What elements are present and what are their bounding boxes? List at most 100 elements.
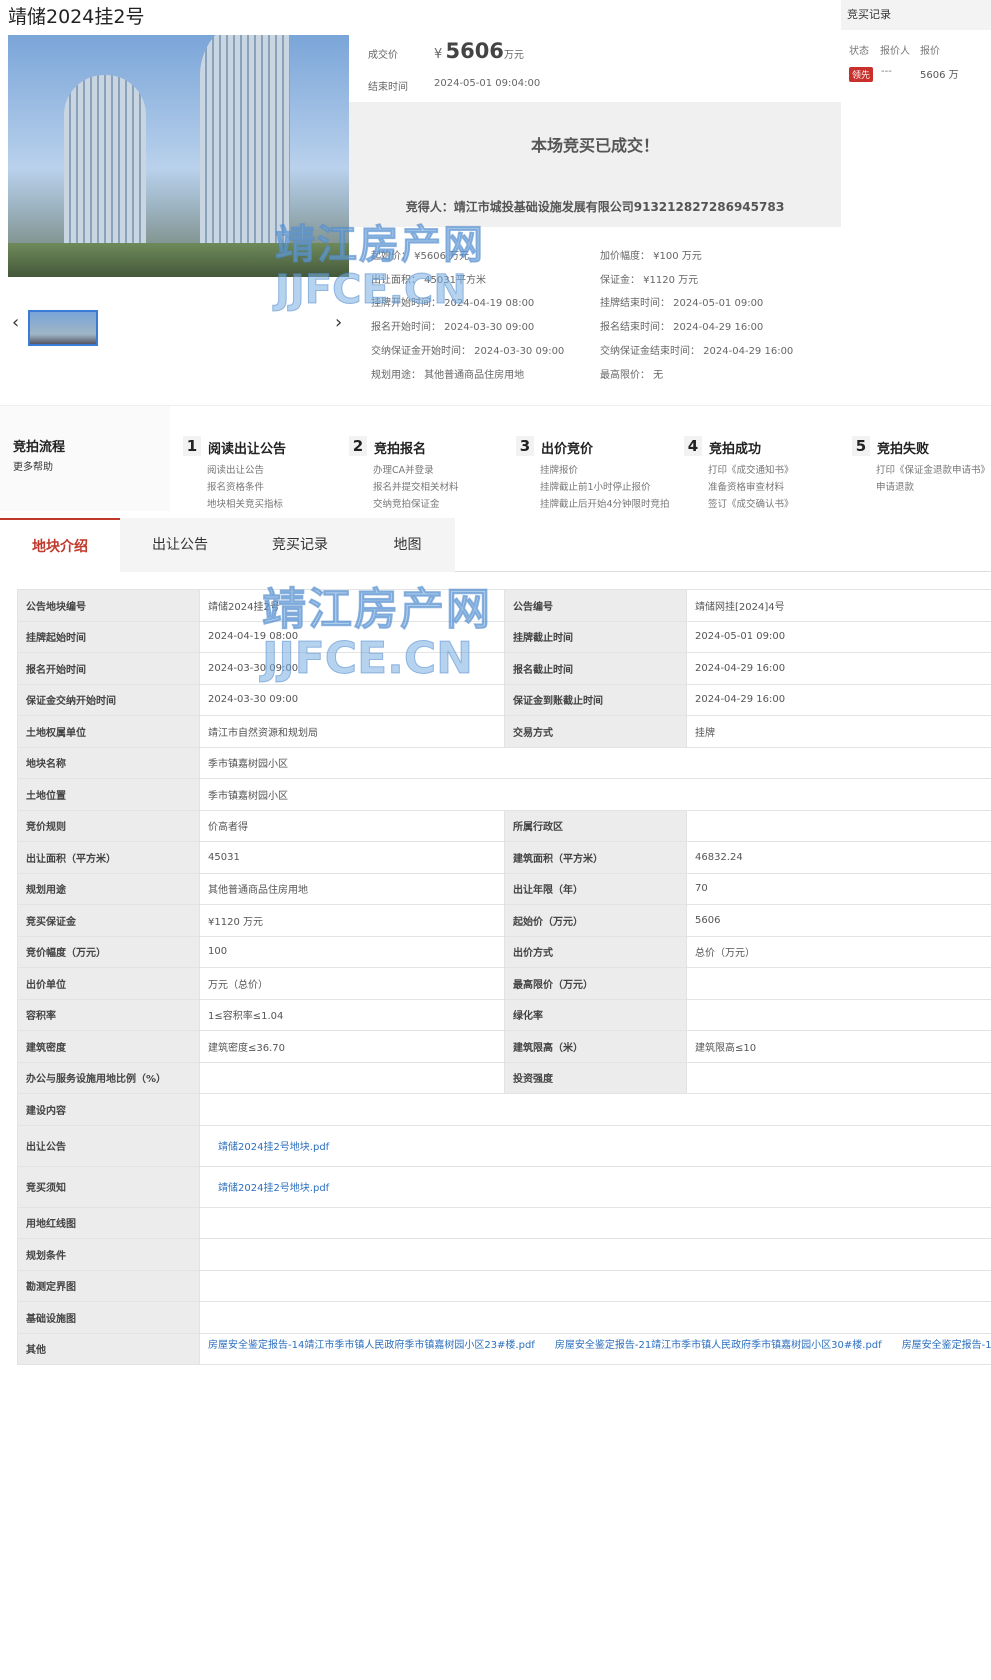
- field-value: 季市镇嘉树园小区: [199, 746, 991, 779]
- pdf-link[interactable]: 房屋安全鉴定报告-14靖江市季市镇人民政府季市镇嘉树园小区23#楼.pdf: [208, 1336, 535, 1351]
- summary-item: 出让面积： 45031平方米: [371, 275, 486, 286]
- other-files-cell: 房屋安全鉴定报告-14靖江市季市镇人民政府季市镇嘉树园小区23#楼.pdf 房屋安…: [199, 1332, 991, 1365]
- ground-graphic: [8, 243, 349, 277]
- tower-left-graphic: [64, 75, 146, 247]
- step-item[interactable]: 报名资格条件: [207, 479, 264, 493]
- table-row: 地块名称 季市镇嘉树园小区: [17, 746, 991, 779]
- summary-item: 报名结束时间： 2024-04-29 16:00: [600, 322, 764, 333]
- field-label: 起始价（万元）: [504, 904, 687, 937]
- field-value: 70: [686, 872, 991, 905]
- field-label: 报名截止时间: [504, 652, 687, 685]
- field-value: 100: [199, 935, 505, 968]
- field-value: [686, 998, 991, 1031]
- field-label: 办公与服务设施用地比例（%）: [17, 1061, 200, 1094]
- step-item[interactable]: 挂牌截止前1小时停止报价: [540, 479, 651, 493]
- pdf-link[interactable]: 房屋安全鉴定报告-21靖江市季市镇人民政府季市镇嘉树园小区30#楼.pdf: [555, 1336, 882, 1351]
- status-badge: 领先: [849, 67, 874, 82]
- more-help-link[interactable]: 更多帮助: [13, 458, 53, 473]
- field-value: 靖储2024挂2号地块.pdf: [199, 1124, 991, 1167]
- field-label: 所属行政区: [504, 809, 687, 842]
- field-label: 出让年限（年）: [504, 872, 687, 905]
- step-item[interactable]: 签订《成交确认书》: [708, 496, 794, 510]
- field-label: 报名开始时间: [17, 652, 200, 685]
- step-item[interactable]: 办理CA并登录: [373, 462, 434, 476]
- field-value: [686, 809, 991, 842]
- bid-record-panel: 竞买记录 状态 报价人 报价 领先 --- 5606 万: [841, 0, 991, 400]
- field-value: 2024-03-30 09:00: [199, 683, 505, 716]
- photo-thumbnail[interactable]: [28, 310, 98, 346]
- step-item[interactable]: 报名并提交相关材料: [373, 479, 459, 493]
- winner-text: 竞得人：靖江市城投基础设施发展有限公司91321282728694578З: [405, 200, 785, 214]
- tower-right-graphic: [200, 35, 290, 247]
- step-title: 出价竞价: [541, 442, 594, 457]
- step-item[interactable]: 打印《保证金退款申请书》: [876, 462, 990, 476]
- summary-item: 规划用途： 其他普通商品住房用地: [371, 370, 525, 381]
- step-item[interactable]: 阅读出让公告: [207, 462, 264, 476]
- field-value: 2024-05-01 09:00: [686, 620, 991, 653]
- end-time-label: 结束时间: [368, 82, 408, 93]
- field-label: 勘测定界图: [17, 1269, 200, 1302]
- result-title: 本场竞买已成交！: [530, 136, 659, 155]
- field-value: [686, 1061, 991, 1094]
- prev-arrow-icon[interactable]: ‹: [12, 312, 19, 333]
- summary-item: 起始价： ¥5606 万元: [371, 251, 470, 262]
- field-value: [199, 1061, 505, 1094]
- summary-item: 交纳保证金开始时间： 2024-03-30 09:00: [371, 346, 565, 357]
- next-arrow-icon[interactable]: ›: [335, 312, 342, 333]
- field-label: 规划条件: [17, 1238, 200, 1271]
- field-value: 靖储2024挂2号: [199, 589, 505, 622]
- table-row: 规划用途 其他普通商品住房用地 出让年限（年） 70: [17, 872, 991, 905]
- tab-land-intro[interactable]: 地块介绍: [0, 518, 120, 572]
- end-time: 2024-05-01 09:04:00: [434, 78, 541, 89]
- table-row: 建筑密度 建筑密度≤36.70 建筑限高（米） 建筑限高≤10: [17, 1030, 991, 1063]
- field-value: 2024-04-19 08:00: [199, 620, 505, 653]
- page-title: 靖储2024挂2号: [8, 6, 145, 28]
- field-label: 投资强度: [504, 1061, 687, 1094]
- table-row: 建设内容: [17, 1093, 991, 1126]
- tab-map[interactable]: 地图: [360, 518, 455, 572]
- bid-col-status: 状态: [849, 46, 869, 57]
- pdf-link[interactable]: 靖储2024挂2号地块.pdf: [208, 1183, 329, 1194]
- summary-item: 交纳保证金结束时间： 2024-04-29 16:00: [600, 346, 794, 357]
- step-title: 竞拍报名: [374, 442, 427, 457]
- tab-bid-record[interactable]: 竞买记录: [240, 518, 360, 572]
- table-row: 竞价规则 价高者得 所属行政区: [17, 809, 991, 842]
- step-item[interactable]: 交纳竞拍保证金: [373, 496, 440, 510]
- process-header: 竞拍流程: [13, 440, 66, 455]
- table-row: 出让公告 靖储2024挂2号地块.pdf: [17, 1124, 991, 1167]
- tab-announcement[interactable]: 出让公告: [120, 518, 240, 572]
- table-row: 规划条件: [17, 1238, 991, 1271]
- field-value: [686, 967, 991, 1000]
- step-item[interactable]: 申请退款: [876, 479, 914, 493]
- step-item[interactable]: 准备资格审查材料: [708, 479, 784, 493]
- field-label: 基础设施图: [17, 1301, 200, 1334]
- field-value: 靖江市自然资源和规划局: [199, 715, 505, 748]
- field-value: 价高者得: [199, 809, 505, 842]
- table-row: 挂牌起始时间 2024-04-19 08:00 挂牌截止时间 2024-05-01 0…: [17, 620, 991, 653]
- field-label: 保证金交纳开始时间: [17, 683, 200, 716]
- field-label: 交易方式: [504, 715, 687, 748]
- field-label: 出价方式: [504, 935, 687, 968]
- land-photo: [8, 35, 349, 277]
- tab-bar: 地块介绍 出让公告 竞买记录 地图: [0, 518, 991, 572]
- pdf-link[interactable]: 靖储2024挂2号地块.pdf: [208, 1142, 329, 1153]
- field-label: 竞价幅度（万元）: [17, 935, 200, 968]
- field-value: 5606: [686, 904, 991, 937]
- table-row: 公告地块编号 靖储2024挂2号 公告编号 靖储网挂[2024]4号: [17, 589, 991, 622]
- pdf-link[interactable]: 房屋安全鉴定报告-18靖江市季市镇人民政府季市镇嘉树园小区27#楼.pdf: [902, 1336, 991, 1351]
- field-label: 最高限价（万元）: [504, 967, 687, 1000]
- deal-info: 成交价 ¥ 5606万元 结束时间 2024-05-01 09:04:00: [349, 35, 841, 100]
- field-value: [199, 1269, 991, 1302]
- table-row: 出让面积（平方米） 45031 建筑面积（平方米） 46832.24: [17, 841, 991, 874]
- step-title: 阅读出让公告: [208, 442, 287, 457]
- step-item[interactable]: 挂牌截止后开始4分钟限时竞拍: [540, 496, 670, 510]
- result-panel: 本场竞买已成交！ 竞得人：靖江市城投基础设施发展有限公司913212827286…: [349, 102, 841, 227]
- summary-item: 加价幅度： ¥100 万元: [600, 251, 702, 262]
- step-item[interactable]: 打印《成交通知书》: [708, 462, 794, 476]
- step-item[interactable]: 挂牌报价: [540, 462, 578, 476]
- field-label: 建设内容: [17, 1093, 200, 1126]
- field-label: 公告地块编号: [17, 589, 200, 622]
- table-row: 办公与服务设施用地比例（%） 投资强度: [17, 1061, 991, 1094]
- bid-record-header: 竞买记录: [841, 0, 991, 30]
- step-item[interactable]: 地块相关竞买指标: [207, 496, 283, 510]
